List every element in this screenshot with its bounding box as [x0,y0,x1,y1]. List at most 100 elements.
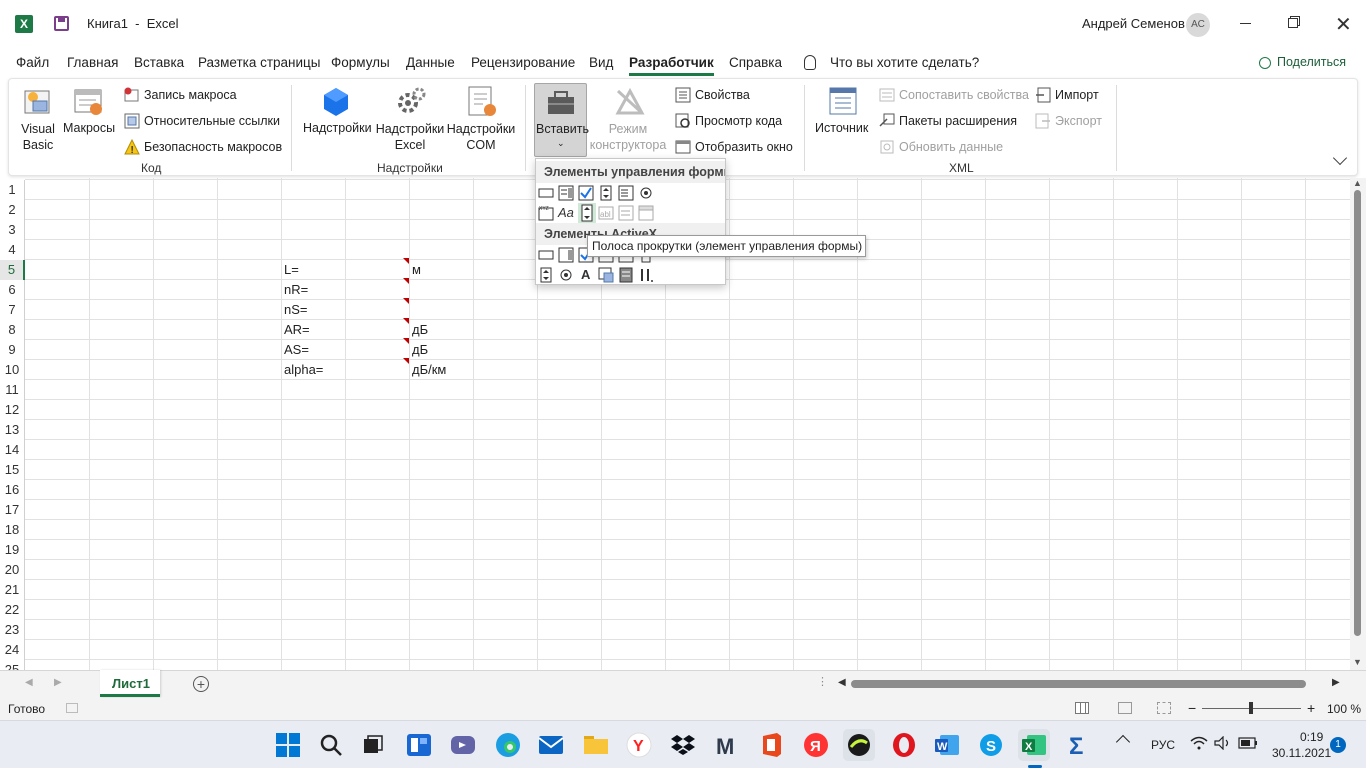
scroll-up-arrow-icon[interactable]: ▲ [1353,178,1362,188]
yandex-icon[interactable]: Я [800,729,832,761]
row-header[interactable]: 22 [0,600,25,620]
sigma-app-icon[interactable]: Σ [1063,729,1095,761]
addins-icon[interactable] [319,85,353,119]
excel-taskbar-icon[interactable]: X [1018,729,1050,761]
cell-label[interactable]: nR= [284,280,308,300]
next-sheet-arrow-icon[interactable]: ▶ [54,677,62,688]
refresh-data-icon[interactable] [879,139,895,155]
cell-label[interactable]: AS= [284,340,309,360]
add-sheet-icon[interactable]: + [193,676,209,692]
activex-toggle-button-icon[interactable] [618,267,634,283]
vertical-scrollbar[interactable]: ▲ ▼ [1350,178,1366,670]
comment-indicator[interactable] [403,358,409,364]
horizontal-scroll-thumb[interactable] [851,680,1306,688]
widgets-icon[interactable] [403,729,435,761]
scroll-down-arrow-icon[interactable]: ▼ [1353,657,1362,667]
row-header[interactable]: 4 [0,240,25,260]
sheet-tab-active[interactable]: Лист1 [100,670,160,697]
group-box-control-icon[interactable]: XYZ [538,205,554,221]
row-header[interactable]: 7 [0,300,25,320]
row-header[interactable]: 15 [0,460,25,480]
row-header[interactable]: 1 [0,180,25,200]
properties-icon[interactable] [675,87,691,103]
lightbulb-icon[interactable] [804,55,816,70]
comment-indicator[interactable] [403,338,409,344]
zoom-slider-thumb[interactable] [1249,702,1253,714]
teams-chat-icon[interactable] [447,729,479,761]
design-mode-button[interactable]: Режим конструктора [589,121,667,153]
hscroll-left-arrow-icon[interactable]: ◀ [838,677,846,688]
run-dialog-icon[interactable] [675,139,691,155]
tab-home[interactable]: Главная [67,55,118,70]
close-icon[interactable]: ✕ [1335,12,1352,37]
task-view-icon[interactable] [357,729,389,761]
run-dialog-button[interactable]: Отобразить окно [695,140,793,154]
xml-source-icon[interactable] [827,85,861,119]
tab-data[interactable]: Данные [406,55,455,70]
expansion-packs-icon[interactable] [879,113,895,129]
cell-label[interactable]: alpha= [284,360,323,380]
visual-basic-icon[interactable] [21,85,55,119]
spinner-control-icon[interactable] [598,185,614,201]
record-macro-button[interactable]: Запись макроса [144,88,237,102]
combo-dropdown-edit-control-icon[interactable] [638,205,654,221]
design-mode-icon[interactable] [614,85,648,119]
tab-page-layout[interactable]: Разметка страницы [198,55,320,70]
row-header[interactable]: 12 [0,400,25,420]
activex-spin-button-icon[interactable] [538,267,554,283]
collapse-ribbon-icon[interactable] [1332,150,1348,166]
excel-addins-button[interactable]: Надстройки Excel [375,121,445,153]
dropbox-icon[interactable] [667,729,699,761]
row-header[interactable]: 25 [0,660,25,670]
user-avatar[interactable]: АС [1186,13,1210,37]
expansion-packs-button[interactable]: Пакеты расширения [899,114,1017,128]
import-button[interactable]: Импорт [1055,88,1099,102]
warning-icon[interactable]: ! [124,138,140,156]
macros-icon[interactable] [72,85,106,119]
com-addins-icon[interactable] [465,85,499,119]
user-name[interactable]: Андрей Семенов [1082,16,1185,31]
row-header[interactable]: 8 [0,320,25,340]
xml-source-button[interactable]: Источник [815,121,868,135]
activex-label-icon[interactable]: A [581,267,597,283]
row-header[interactable]: 23 [0,620,25,640]
opera-icon[interactable] [888,729,920,761]
com-addins-button[interactable]: Надстройки COM [446,121,516,153]
restore-icon[interactable] [1288,18,1298,28]
option-button-control-icon[interactable] [638,185,654,201]
export-button[interactable]: Экспорт [1055,114,1102,128]
activex-image-icon[interactable] [598,267,614,283]
row-header[interactable]: 6 [0,280,25,300]
comment-indicator[interactable] [403,298,409,304]
accessibility-icon[interactable] [66,703,78,713]
row-header-selected[interactable]: 5 [0,260,25,280]
row-header[interactable]: 3 [0,220,25,240]
row-header[interactable]: 21 [0,580,25,600]
clock-date[interactable]: 30.11.2021 [1272,746,1331,760]
mail-icon[interactable] [535,729,567,761]
record-macro-icon[interactable] [124,87,140,103]
page-layout-view-icon[interactable] [1118,702,1132,714]
zoom-level[interactable]: 100 % [1327,702,1361,716]
tab-insert[interactable]: Вставка [134,55,184,70]
prev-sheet-arrow-icon[interactable]: ◀ [25,677,33,688]
macros-button[interactable]: Макросы [63,121,115,135]
combo-list-edit-control-icon[interactable] [618,205,634,221]
cell-unit[interactable]: м [412,260,421,280]
row-header[interactable]: 14 [0,440,25,460]
export-icon[interactable] [1035,113,1051,129]
excel-addins-icon[interactable] [394,85,428,119]
cell-label[interactable]: AR= [284,320,310,340]
tab-review[interactable]: Рецензирование [471,55,575,70]
comment-indicator[interactable] [403,318,409,324]
activex-button-icon[interactable] [538,247,554,263]
excel-logo-icon[interactable]: X [15,15,33,33]
relative-refs-button[interactable]: Относительные ссылки [144,114,280,128]
share-button[interactable]: Поделиться [1277,55,1346,69]
clock-time[interactable]: 0:19 [1300,730,1323,744]
yandex-browser-icon[interactable]: Y [623,729,655,761]
edge-browser-icon[interactable] [492,729,524,761]
cell-unit[interactable]: дБ/км [412,360,446,380]
view-code-icon[interactable] [675,113,691,129]
skype-icon[interactable]: S [975,729,1007,761]
